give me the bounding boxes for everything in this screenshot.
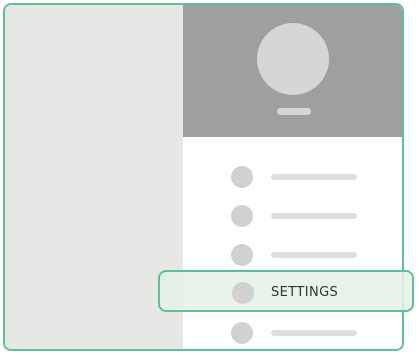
menu-item-settings-label: SETTINGS — [271, 285, 339, 300]
menu-item-5[interactable] — [183, 321, 402, 345]
placeholder-circle-icon — [231, 166, 253, 188]
menu-item-settings[interactable]: SETTINGS — [158, 270, 414, 312]
menu-item-label-placeholder — [271, 174, 357, 180]
drawer-header — [183, 5, 402, 137]
placeholder-circle-icon — [231, 205, 253, 227]
placeholder-circle-icon — [231, 322, 253, 344]
menu-item-2[interactable] — [183, 204, 402, 228]
main-content-area — [5, 5, 183, 349]
menu-item-label-placeholder — [271, 213, 357, 219]
avatar[interactable] — [257, 23, 329, 95]
menu-item-label-placeholder — [271, 252, 357, 258]
menu-item-label-placeholder — [271, 330, 357, 336]
menu-item-3[interactable] — [183, 243, 402, 267]
placeholder-circle-icon — [231, 244, 253, 266]
menu-item-1[interactable] — [183, 165, 402, 189]
placeholder-circle-icon — [232, 282, 254, 304]
user-name-placeholder — [277, 108, 311, 115]
